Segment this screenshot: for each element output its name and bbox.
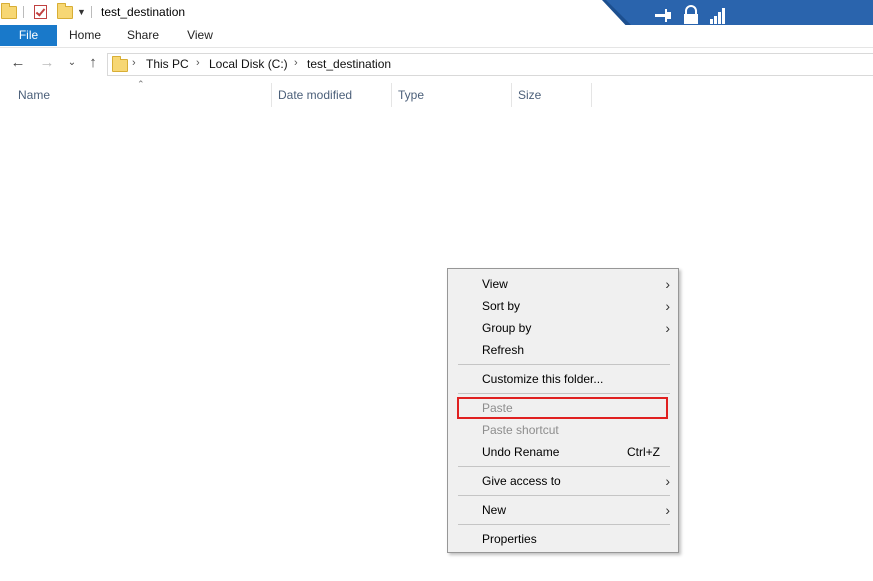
menu-item-label: Undo Rename — [482, 445, 560, 459]
up-arrow-icon[interactable]: ↑ — [83, 53, 103, 73]
address-bar[interactable]: › This PC › Local Disk (C:) › test_desti… — [107, 53, 873, 76]
sort-ascending-icon: ⌃ — [137, 79, 145, 89]
recent-locations-chevron-down-icon[interactable]: ⌄ — [62, 53, 82, 73]
column-header-date-modified[interactable]: Date modified — [278, 88, 352, 102]
window-title: test_destination — [101, 5, 186, 19]
file-explorer-window: ▼ test_destination File Home Share View — [0, 0, 873, 581]
tab-file[interactable]: File — [0, 25, 57, 46]
customize-quick-access-dropdown-icon[interactable]: ▼ — [77, 3, 86, 21]
menu-item-label: Give access to — [482, 474, 561, 488]
menu-item-undo-rename[interactable]: Undo Rename Ctrl+Z — [448, 441, 678, 463]
properties-check-icon[interactable] — [34, 3, 47, 21]
column-header-size[interactable]: Size — [518, 88, 541, 102]
menu-item-label: Properties — [482, 532, 537, 546]
navigation-bar: ← → ⌄ ↑ › This PC › Local Disk (C:) › te… — [0, 47, 873, 79]
menu-item-properties[interactable]: Properties — [448, 528, 678, 550]
menu-item-label: Paste shortcut — [482, 423, 559, 437]
menu-item-refresh[interactable]: Refresh — [448, 339, 678, 361]
menu-item-label: Group by — [482, 321, 532, 335]
chevron-right-icon: › — [665, 276, 670, 292]
back-arrow-icon[interactable]: ← — [8, 53, 28, 73]
menu-separator — [458, 524, 670, 525]
menu-item-label: New — [482, 503, 507, 517]
menu-item-label: Sort by — [482, 299, 521, 313]
chevron-right-icon: › — [665, 320, 670, 336]
paste-highlight-box — [457, 397, 668, 419]
pin-icon[interactable] — [653, 5, 673, 25]
title-bar: ▼ test_destination — [0, 0, 873, 32]
menu-separator — [458, 495, 670, 496]
menu-item-sort-by[interactable]: Sort by › — [448, 295, 678, 317]
breadcrumb-local-disk[interactable]: Local Disk (C:) — [209, 57, 288, 71]
tab-home[interactable]: Home — [60, 25, 110, 46]
lock-icon[interactable] — [681, 5, 701, 25]
tab-share[interactable]: Share — [118, 25, 168, 46]
menu-separator — [458, 364, 670, 365]
menu-item-group-by[interactable]: Group by › — [448, 317, 678, 339]
signal-icon[interactable] — [708, 5, 728, 25]
menu-separator — [458, 393, 670, 394]
breadcrumb-chevron-right-icon[interactable]: › — [196, 57, 200, 69]
menu-item-give-access[interactable]: Give access to › — [448, 470, 678, 492]
context-menu: View › Sort by › Group by › Refresh Cust… — [447, 268, 679, 553]
menu-item-view[interactable]: View › — [448, 273, 678, 295]
chevron-right-icon: › — [665, 298, 670, 314]
column-header-name[interactable]: Name — [18, 88, 50, 102]
title-separator — [91, 6, 92, 18]
menu-item-label: View — [482, 277, 508, 291]
quick-access-separator — [23, 6, 24, 18]
menu-item-customize-folder[interactable]: Customize this folder... — [448, 368, 678, 390]
address-folder-icon — [112, 56, 128, 72]
ribbon-tabs: File Home Share View — [0, 25, 873, 46]
column-divider[interactable] — [391, 83, 392, 107]
column-divider[interactable] — [591, 83, 592, 107]
column-divider[interactable] — [511, 83, 512, 107]
menu-item-shortcut: Ctrl+Z — [627, 445, 660, 459]
breadcrumb-test-destination[interactable]: test_destination — [307, 57, 391, 71]
menu-item-label: Refresh — [482, 343, 525, 357]
breadcrumb-chevron-right-icon[interactable]: › — [294, 57, 298, 69]
column-header-type[interactable]: Type — [398, 88, 424, 102]
menu-separator — [458, 466, 670, 467]
column-divider[interactable] — [271, 83, 272, 107]
chevron-right-icon: › — [665, 502, 670, 518]
menu-item-label: Customize this folder... — [482, 372, 604, 386]
menu-item-paste-shortcut[interactable]: Paste shortcut — [448, 419, 678, 441]
chevron-right-icon: › — [665, 473, 670, 489]
breadcrumb-this-pc[interactable]: This PC — [146, 57, 189, 71]
forward-arrow-icon[interactable]: → — [37, 53, 57, 73]
menu-item-new[interactable]: New › — [448, 499, 678, 521]
column-headers: ⌃ Name Date modified Type Size — [0, 79, 873, 108]
folder-icon[interactable] — [1, 2, 17, 21]
tab-view[interactable]: View — [175, 25, 225, 46]
breadcrumb-chevron-right-icon[interactable]: › — [132, 57, 136, 69]
new-folder-icon[interactable] — [57, 2, 73, 21]
